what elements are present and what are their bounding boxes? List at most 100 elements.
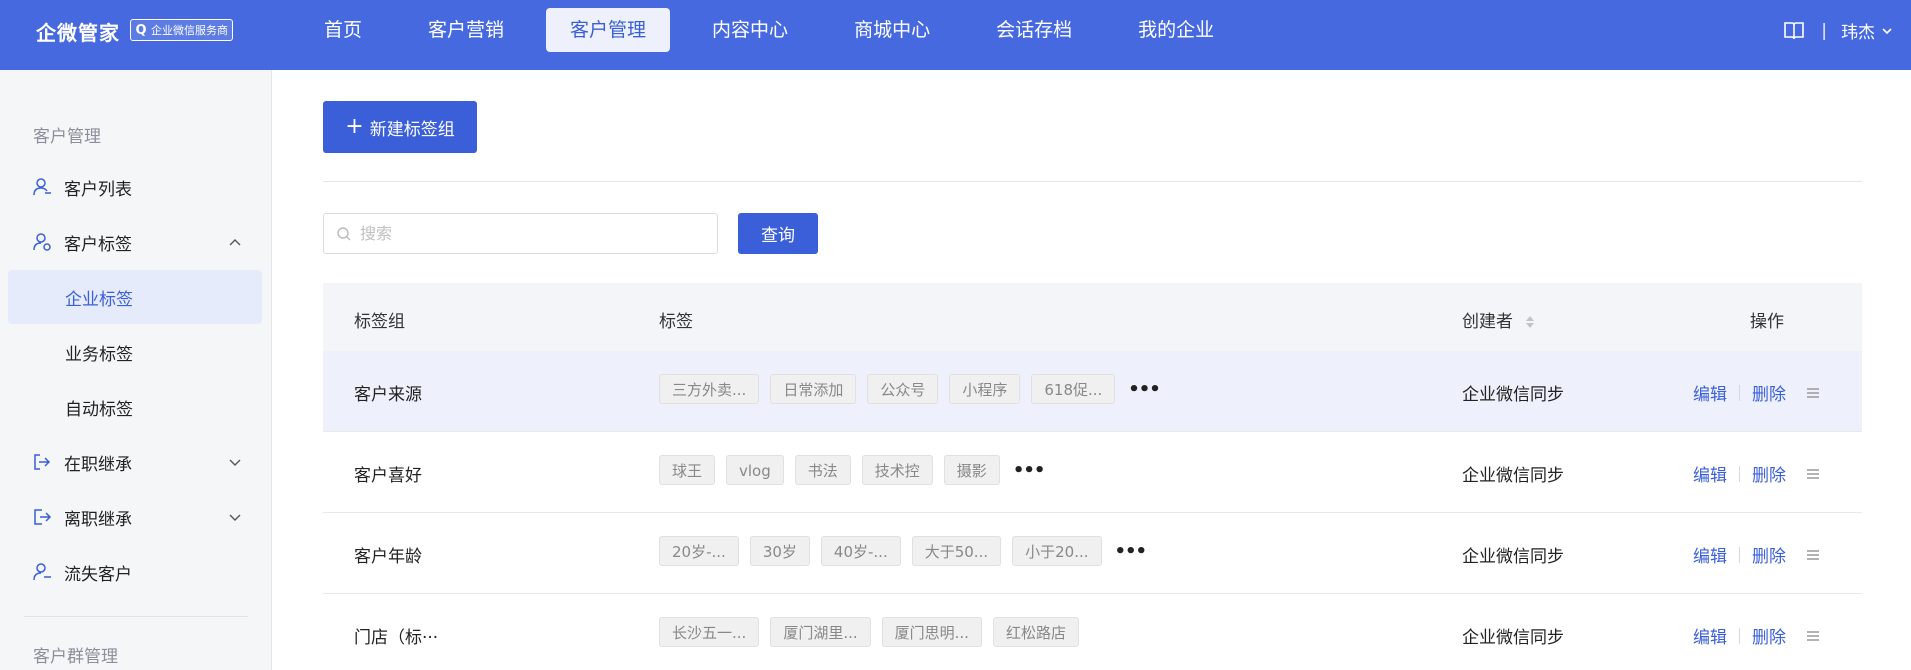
- drag-handle-icon[interactable]: [1806, 386, 1820, 400]
- creator: 企业微信同步: [1462, 466, 1564, 486]
- sidebar: 客户管理 客户列表 客户标签 企业标签 业务标签 自动标签 在职继承 离职继承 …: [0, 70, 272, 670]
- delete-button[interactable]: 删除: [1752, 461, 1786, 486]
- sidebar-divider: [24, 616, 248, 617]
- nav-my-company[interactable]: 我的企业: [1114, 8, 1238, 52]
- sidebar-item-resign-transfer[interactable]: 离职继承: [8, 490, 262, 544]
- tag-chip: 红松路店: [992, 617, 1079, 647]
- tag-list: 20岁-... 30岁 40岁-... 大于50... 小于20... •••: [659, 536, 1148, 566]
- action-divider: [1739, 546, 1740, 563]
- search-input[interactable]: [360, 224, 700, 243]
- nav-content-center[interactable]: 内容中心: [688, 8, 812, 52]
- creator: 企业微信同步: [1462, 385, 1564, 405]
- query-button[interactable]: 查询: [738, 213, 818, 254]
- top-right-area: | 玮杰: [1783, 18, 1893, 43]
- nav-marketing[interactable]: 客户营销: [404, 8, 528, 52]
- tag-list: 长沙五一... 厦门湖里... 厦门思明... 红松路店: [659, 617, 1090, 647]
- drag-handle-icon[interactable]: [1806, 467, 1820, 481]
- sidebar-item-enterprise-tags[interactable]: 企业标签: [8, 270, 262, 324]
- tag-chip: 20岁-...: [659, 536, 739, 566]
- main-nav: 首页 客户营销 客户管理 内容中心 商城中心 会话存档 我的企业: [300, 8, 1256, 52]
- row-actions: 编辑 删除: [1693, 380, 1820, 405]
- tag-chip: 30岁: [749, 536, 810, 566]
- badge-q-icon: Q: [135, 22, 147, 38]
- sidebar-item-label: 流失客户: [64, 564, 132, 585]
- sidebar-item-onjob-transfer[interactable]: 在职继承: [8, 435, 262, 489]
- more-tags-icon[interactable]: •••: [1128, 379, 1161, 400]
- book-icon[interactable]: [1783, 21, 1805, 41]
- transfer-in-icon: [32, 452, 52, 472]
- sidebar-item-customer-tags[interactable]: 客户标签: [8, 215, 262, 269]
- chevron-down-icon[interactable]: [1881, 25, 1893, 37]
- sort-icon[interactable]: [1524, 314, 1536, 330]
- sidebar-item-label: 在职继承: [64, 454, 132, 475]
- column-header-group: 标签组: [354, 312, 405, 332]
- tag-chip: 摄影: [943, 455, 1000, 485]
- tag-chip: 球王: [659, 455, 716, 485]
- delete-button[interactable]: 删除: [1752, 542, 1786, 567]
- tag-chip: 厦门思明...: [881, 617, 982, 647]
- sidebar-item-business-tags[interactable]: 业务标签: [8, 325, 262, 379]
- edit-button[interactable]: 编辑: [1693, 623, 1727, 648]
- app-logo[interactable]: 企微管家: [36, 17, 120, 46]
- sidebar-item-lost-customers[interactable]: 流失客户: [8, 545, 262, 599]
- tag-group-name: 客户年龄: [354, 547, 422, 567]
- more-tags-icon[interactable]: •••: [1115, 541, 1148, 562]
- user-name[interactable]: 玮杰: [1841, 18, 1875, 43]
- tag-group-name: 客户来源: [354, 385, 422, 405]
- row-actions: 编辑 删除: [1693, 623, 1820, 648]
- tag-chip: vlog: [726, 455, 784, 485]
- top-nav-bar: 企微管家 Q 企业微信服务商 首页 客户营销 客户管理 内容中心 商城中心 会话…: [0, 0, 1911, 70]
- content-divider: [323, 181, 1862, 182]
- tag-group-table: 标签组 标签 创建者 操作 客户来源 三方外卖... 日常添加 公众号 小程序 …: [323, 283, 1862, 670]
- delete-button[interactable]: 删除: [1752, 380, 1786, 405]
- tag-chip: 三方外卖...: [659, 374, 760, 404]
- tag-list: 球王 vlog 书法 技术控 摄影 •••: [659, 455, 1046, 485]
- nav-customer-management[interactable]: 客户管理: [546, 8, 671, 52]
- row-actions: 编辑 删除: [1693, 542, 1820, 567]
- tag-chip: 小程序: [949, 374, 1021, 404]
- search-icon: [337, 226, 351, 240]
- logo-badge-text: 企业微信服务商: [151, 24, 228, 37]
- logo-badge: Q 企业微信服务商: [130, 19, 233, 41]
- sidebar-item-label: 客户标签: [64, 234, 132, 255]
- tag-chip: 大于50...: [911, 536, 1002, 566]
- action-divider: [1739, 384, 1740, 401]
- table-row: 客户年龄 20岁-... 30岁 40岁-... 大于50... 小于20...…: [323, 513, 1862, 594]
- more-tags-icon[interactable]: •••: [1013, 460, 1046, 481]
- tag-chip: 技术控: [861, 455, 933, 485]
- user-tag-icon: [32, 232, 52, 252]
- edit-button[interactable]: 编辑: [1693, 461, 1727, 486]
- sidebar-item-label: 离职继承: [64, 509, 132, 530]
- sidebar-section-customer-management: 客户管理: [33, 127, 101, 147]
- plus-icon: +: [345, 114, 364, 139]
- row-actions: 编辑 删除: [1693, 461, 1820, 486]
- nav-home[interactable]: 首页: [300, 8, 386, 52]
- search-box: [323, 213, 718, 254]
- drag-handle-icon[interactable]: [1806, 629, 1820, 643]
- action-divider: [1739, 465, 1740, 482]
- column-header-tags: 标签: [659, 312, 693, 332]
- tag-chip: 小于20...: [1012, 536, 1102, 566]
- edit-button[interactable]: 编辑: [1693, 380, 1727, 405]
- nav-mall-center[interactable]: 商城中心: [830, 8, 954, 52]
- sidebar-item-customer-list[interactable]: 客户列表: [8, 160, 262, 214]
- sidebar-section-group-management: 客户群管理: [33, 647, 118, 667]
- tag-chip: 618促...: [1031, 374, 1116, 404]
- drag-handle-icon[interactable]: [1806, 548, 1820, 562]
- column-header-creator[interactable]: 创建者: [1462, 307, 1536, 332]
- user-lost-icon: [32, 562, 52, 582]
- edit-button[interactable]: 编辑: [1693, 542, 1727, 567]
- tag-group-name: 客户喜好: [354, 466, 422, 486]
- sidebar-item-label: 客户列表: [64, 179, 132, 200]
- new-tag-group-button[interactable]: + 新建标签组: [323, 101, 477, 153]
- tag-group-name: 门店（标···: [354, 628, 439, 648]
- creator: 企业微信同步: [1462, 547, 1564, 567]
- tag-chip: 厦门湖里...: [770, 617, 871, 647]
- nav-session-archive[interactable]: 会话存档: [972, 8, 1096, 52]
- sidebar-item-auto-tags[interactable]: 自动标签: [8, 380, 262, 434]
- delete-button[interactable]: 删除: [1752, 623, 1786, 648]
- new-tag-group-label: 新建标签组: [369, 119, 455, 140]
- tag-chip: 日常添加: [770, 374, 857, 404]
- chevron-down-icon: [229, 514, 241, 521]
- creator: 企业微信同步: [1462, 628, 1564, 648]
